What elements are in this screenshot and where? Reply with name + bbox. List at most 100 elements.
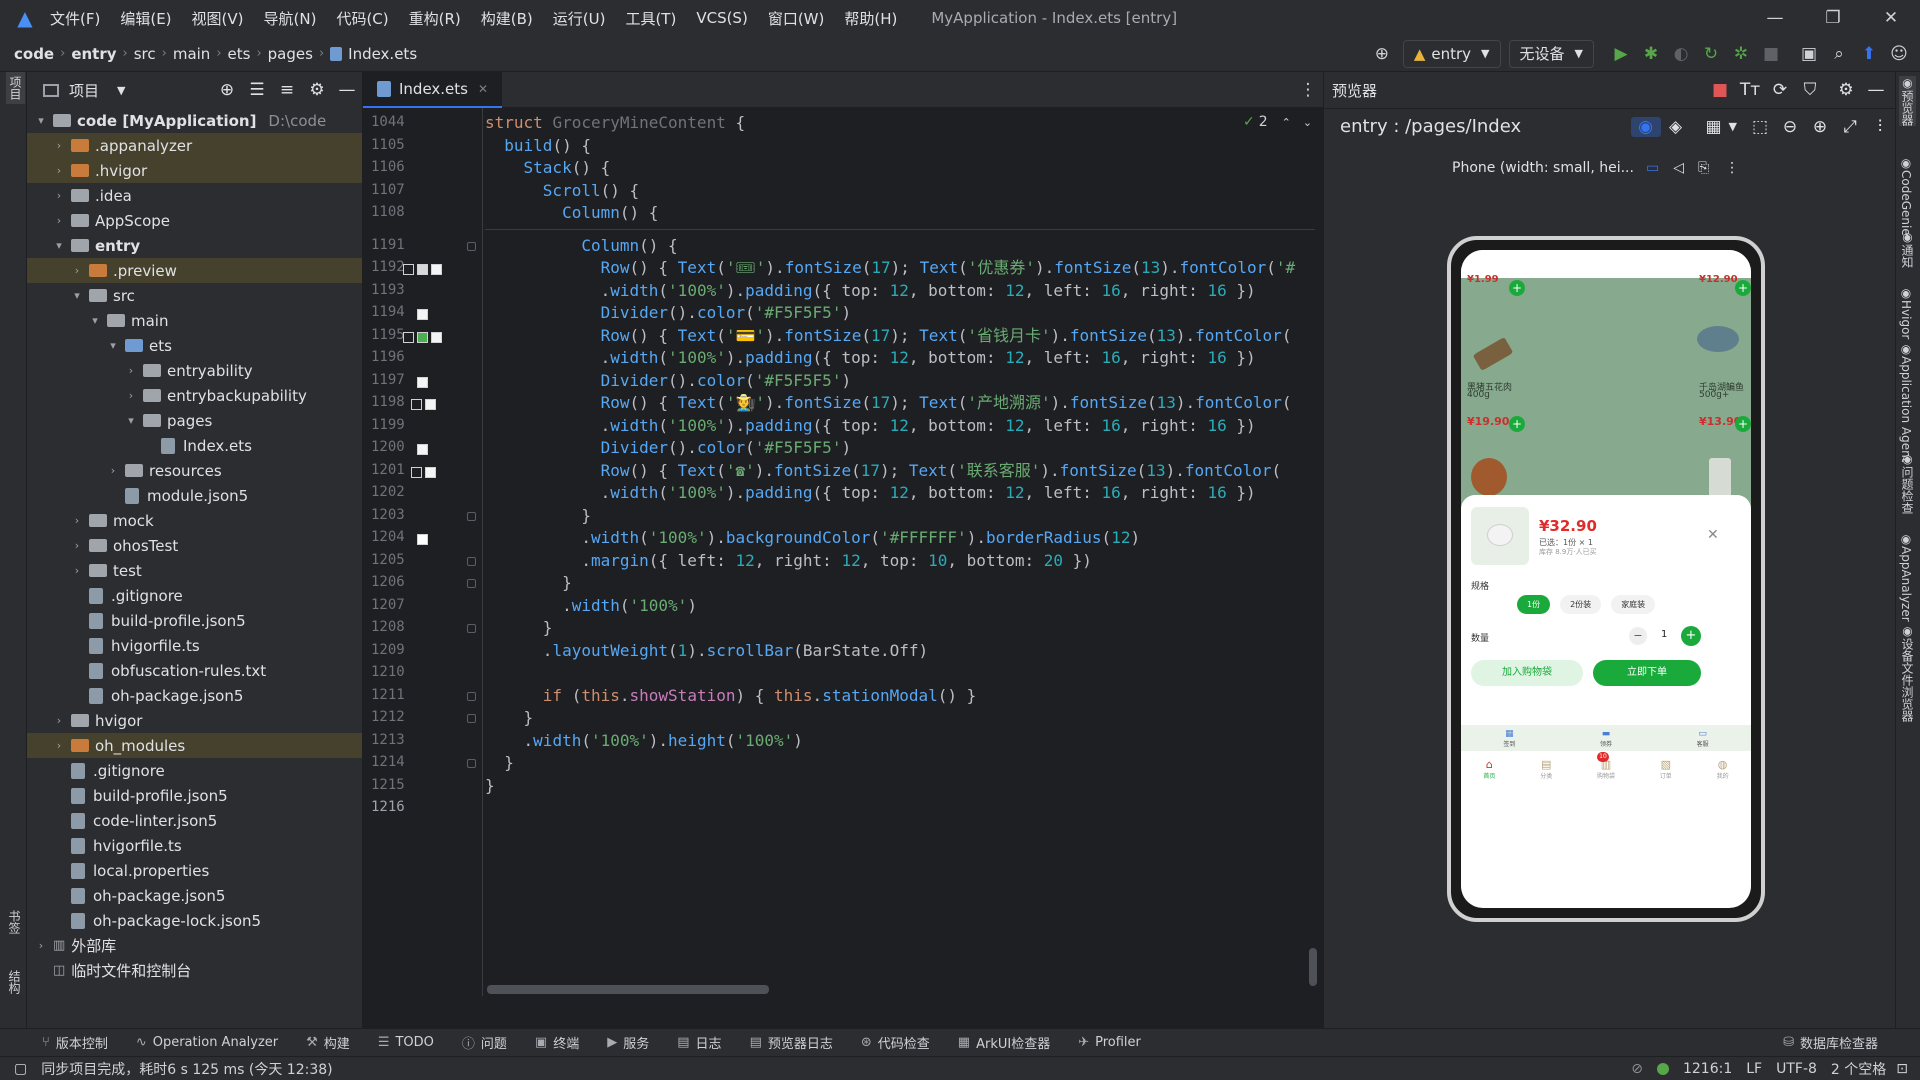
fold-marker-icon[interactable] xyxy=(467,241,476,251)
debug-icon[interactable]: ✱ xyxy=(1636,44,1666,64)
back-icon[interactable]: ◁ xyxy=(1673,160,1684,176)
quantity-plus-button[interactable]: + xyxy=(1681,626,1701,646)
nav-tab[interactable]: ◍ 我的 xyxy=(1717,758,1729,780)
add-to-cart-button[interactable]: + xyxy=(1509,280,1525,296)
color-preview-swatch[interactable] xyxy=(417,309,428,320)
fit-icon[interactable]: ⬚ xyxy=(1745,117,1775,137)
right-tool-button[interactable]: ◉ 问题检查 xyxy=(1899,452,1916,514)
tree-item[interactable]: ▾ ets xyxy=(27,333,362,358)
tree-item[interactable]: oh-package.json5 xyxy=(27,683,362,708)
tree-item[interactable]: › AppScope xyxy=(27,208,362,233)
fold-marker-icon[interactable] xyxy=(467,511,476,521)
chevron-right-icon[interactable]: › xyxy=(51,714,67,727)
bottom-tool-button[interactable]: ⚒ 构建 xyxy=(306,1033,350,1052)
add-to-bag-button[interactable]: 加入购物袋 xyxy=(1471,660,1583,686)
menu-item[interactable]: 帮助(H) xyxy=(844,8,897,29)
bookmarks-tool-button[interactable]: 书签 xyxy=(6,910,23,934)
breadcrumb-item[interactable]: entry xyxy=(71,45,116,63)
tree-item[interactable]: build-profile.json5 xyxy=(27,783,362,808)
quick-tab[interactable]: ▬ 领券 xyxy=(1600,729,1612,748)
tree-item[interactable]: › hvigor xyxy=(27,708,362,733)
menu-item[interactable]: 代码(C) xyxy=(336,8,388,29)
tree-item[interactable]: oh-package-lock.json5 xyxy=(27,908,362,933)
bottom-tool-button[interactable]: ▤ 预览器日志 xyxy=(750,1033,833,1052)
tree-item[interactable]: ▾ src xyxy=(27,283,362,308)
add-to-cart-button[interactable]: + xyxy=(1509,416,1525,432)
bottom-tool-button[interactable]: ⓘ 问题 xyxy=(462,1033,507,1052)
device-selector[interactable]: 无设备 ▼ xyxy=(1508,39,1594,68)
tree-item[interactable]: › .appanalyzer xyxy=(27,133,362,158)
right-tool-button[interactable]: ◉ 预览器 xyxy=(1899,76,1916,126)
module-selector[interactable]: ▲ entry ▼ xyxy=(1402,39,1501,68)
bottom-tool-button[interactable]: ⑂ 版本控制 xyxy=(42,1033,108,1052)
tree-item[interactable]: local.properties xyxy=(27,858,362,883)
chevron-down-icon[interactable]: ▼ xyxy=(1729,120,1737,133)
chevron-down-icon[interactable]: ▾ xyxy=(69,289,85,302)
vertical-scrollbar[interactable] xyxy=(1309,948,1317,986)
tree-item[interactable]: hvigorfile.ts xyxy=(27,833,362,858)
chevron-right-icon[interactable]: › xyxy=(51,189,67,202)
tree-item[interactable]: hvigorfile.ts xyxy=(27,633,362,658)
rotate-icon[interactable]: ⎘ xyxy=(1698,160,1709,176)
tree-item[interactable]: Index.ets xyxy=(27,433,362,458)
run-icon[interactable]: ▶ xyxy=(1606,44,1636,64)
structure-tool-button[interactable]: 结构 xyxy=(6,970,23,994)
color-preview-swatch[interactable] xyxy=(417,444,428,455)
project-panel-title[interactable]: 项目 xyxy=(69,80,99,101)
code-line[interactable]: .layoutWeight(1).scrollBar(BarState.Off) xyxy=(485,637,928,664)
database-inspector-button[interactable]: ⛁ 数据库检查器 xyxy=(1783,1033,1878,1052)
file-encoding[interactable]: UTF-8 xyxy=(1776,1061,1817,1077)
collapse-all-icon[interactable]: ≡ xyxy=(272,80,302,100)
fold-marker-icon[interactable] xyxy=(467,714,476,723)
tree-item[interactable]: ▾ code [MyApplication] D:\code xyxy=(27,108,362,133)
tree-item[interactable]: › resources xyxy=(27,458,362,483)
expand-all-icon[interactable]: ☰ xyxy=(242,80,272,100)
status-message[interactable]: 同步项目完成，耗时6 s 125 ms (今天 12:38) xyxy=(41,1059,332,1079)
tree-item[interactable]: ▾ pages xyxy=(27,408,362,433)
inspection-widget[interactable]: ✓ 2 ⌃ ⌄ xyxy=(1243,114,1312,130)
bottom-tool-button[interactable]: ▶ 服务 xyxy=(607,1033,649,1052)
tree-item[interactable]: .gitignore xyxy=(27,758,362,783)
bottom-tool-button[interactable]: ▤ 日志 xyxy=(677,1033,721,1052)
menu-item[interactable]: 构建(B) xyxy=(481,8,533,29)
tree-item[interactable]: › ohosTest xyxy=(27,533,362,558)
account-icon[interactable]: ☺ xyxy=(1884,44,1914,64)
menu-item[interactable]: 重构(R) xyxy=(409,8,461,29)
indent-setting[interactable]: 2 个空格 xyxy=(1831,1059,1886,1079)
breadcrumb-item[interactable]: Index.ets xyxy=(348,45,417,63)
more-options-icon[interactable]: ⋮ xyxy=(1293,80,1323,100)
right-tool-button[interactable]: ◉ Hvigor xyxy=(1899,286,1913,339)
menu-item[interactable]: 导航(N) xyxy=(264,8,317,29)
bottom-tool-button[interactable]: ▦ ArkUI检查器 xyxy=(958,1033,1050,1052)
device-manager-icon[interactable]: ▣ xyxy=(1794,44,1824,64)
add-to-cart-button[interactable]: + xyxy=(1735,280,1751,296)
bottom-tool-button[interactable]: ⊛ 代码检查 xyxy=(861,1033,930,1052)
chevron-right-icon[interactable]: › xyxy=(123,389,139,402)
chevron-down-icon[interactable]: ▾ xyxy=(123,414,139,427)
code-line[interactable]: Column() { xyxy=(485,199,658,226)
code-line[interactable]: } xyxy=(485,772,495,799)
chevron-right-icon[interactable]: › xyxy=(51,164,67,177)
chevron-right-icon[interactable]: › xyxy=(51,214,67,227)
lock-icon[interactable]: ⊡ xyxy=(1896,1061,1908,1077)
tree-item[interactable]: › .idea xyxy=(27,183,362,208)
fold-marker-icon[interactable] xyxy=(467,624,476,633)
tree-item[interactable]: › entrybackupability xyxy=(27,383,362,408)
quick-tab[interactable]: ▭ 客服 xyxy=(1697,729,1709,748)
fold-marker-icon[interactable] xyxy=(467,759,476,768)
buy-now-button[interactable]: 立即下单 xyxy=(1593,660,1701,686)
chevron-down-icon[interactable]: ▾ xyxy=(51,239,67,252)
color-preview-swatch[interactable] xyxy=(417,534,428,545)
right-tool-button[interactable]: ◉ AppAnalyzer xyxy=(1899,532,1913,622)
chevron-right-icon[interactable]: › xyxy=(105,464,121,477)
menu-item[interactable]: 运行(U) xyxy=(553,8,606,29)
code-line[interactable]: .margin({ left: 12, right: 12, top: 10, … xyxy=(485,547,1092,574)
breadcrumb-item[interactable]: src xyxy=(134,45,156,63)
chevron-right-icon[interactable]: › xyxy=(123,364,139,377)
color-preview-swatch[interactable] xyxy=(417,376,428,388)
add-to-cart-button[interactable]: + xyxy=(1735,416,1751,432)
chevron-right-icon[interactable]: › xyxy=(69,514,85,527)
update-icon[interactable]: ⬆ xyxy=(1854,44,1884,64)
maximize-icon[interactable]: ❐ xyxy=(1804,0,1862,36)
color-preview-swatch[interactable] xyxy=(425,466,436,478)
